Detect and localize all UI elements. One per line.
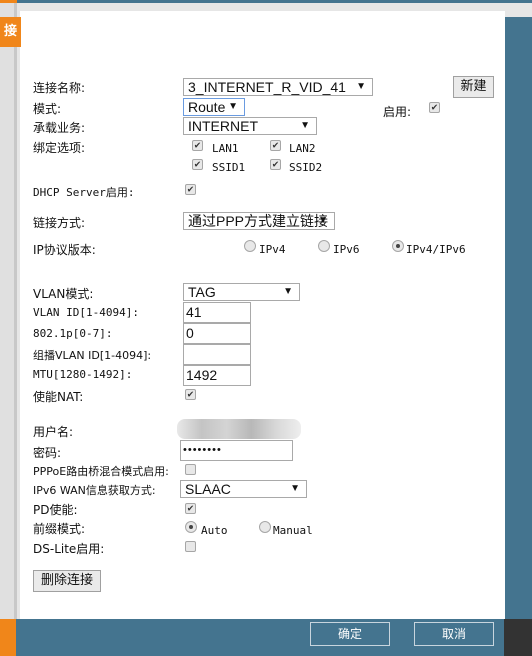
chevron-down-icon: ▼ xyxy=(228,101,238,112)
ipv4-ipv6-radio[interactable] xyxy=(392,240,404,252)
vlan-id-input[interactable]: 41 xyxy=(183,302,251,323)
vlan-id-label: VLAN ID[1-4094]: xyxy=(33,306,139,319)
pd-checkbox[interactable]: ✔ xyxy=(185,503,196,514)
link-mode-value: 通过PPP方式建立链接 xyxy=(188,213,329,229)
lan1-checkbox[interactable]: ✔ xyxy=(192,140,203,151)
ipv6-label: IPv6 xyxy=(333,243,360,256)
new-button[interactable]: 新建 xyxy=(453,76,494,98)
vlan-mode-select[interactable]: TAG ▼ xyxy=(183,283,300,301)
pppoe-bridge-checkbox[interactable] xyxy=(185,464,196,475)
dslite-label: DS-Lite启用: xyxy=(33,542,105,556)
pppoe-bridge-label: PPPoE路由桥混合模式启用: xyxy=(33,465,169,478)
link-mode-select[interactable]: 通过PPP方式建立链接 ▼ xyxy=(183,212,335,230)
ssid2-label: SSID2 xyxy=(289,161,323,174)
chevron-down-icon: ▼ xyxy=(283,286,293,297)
link-mode-label: 链接方式: xyxy=(33,216,86,230)
lan2-label: LAN2 xyxy=(289,142,316,155)
ipv6-wan-select[interactable]: SLAAC ▼ xyxy=(180,480,307,498)
right-strip xyxy=(505,17,532,619)
ipv6-wan-label: IPv6 WAN信息获取方式: xyxy=(33,484,156,497)
nat-label: 使能NAT: xyxy=(33,390,84,404)
nat-checkbox[interactable]: ✔ xyxy=(185,389,196,400)
ipv6-radio[interactable] xyxy=(318,240,330,252)
enable-checkbox[interactable]: ✔ xyxy=(429,102,440,113)
ssid2-checkbox[interactable]: ✔ xyxy=(270,159,281,170)
service-select[interactable]: INTERNET ▼ xyxy=(183,117,317,135)
8021p-input[interactable]: 0 xyxy=(183,323,251,344)
dhcp-checkbox[interactable]: ✔ xyxy=(185,184,196,195)
service-label: 承载业务: xyxy=(33,121,86,135)
ipv6-wan-value: SLAAC xyxy=(185,481,231,497)
password-label: 密码: xyxy=(33,446,62,460)
conn-name-select[interactable]: 3_INTERNET_R_VID_41 ▼ xyxy=(183,78,373,96)
chevron-down-icon: ▼ xyxy=(300,120,310,131)
ssid1-label: SSID1 xyxy=(212,161,246,174)
chevron-down-icon: ▼ xyxy=(290,483,300,494)
ipv4-radio[interactable] xyxy=(244,240,256,252)
ssid1-checkbox[interactable]: ✔ xyxy=(192,159,203,170)
chevron-down-icon: ▼ xyxy=(318,215,328,226)
ip-version-label: IP协议版本: xyxy=(33,243,96,257)
prefix-auto-radio[interactable] xyxy=(185,521,197,533)
service-value: INTERNET xyxy=(188,118,258,134)
pd-label: PD使能: xyxy=(33,503,78,517)
top-bar xyxy=(17,0,532,3)
lan2-checkbox[interactable]: ✔ xyxy=(270,140,281,151)
left-panel xyxy=(0,3,17,619)
username-input-blurred[interactable] xyxy=(177,419,301,439)
lan1-label: LAN1 xyxy=(212,142,239,155)
vlan-mode-value: TAG xyxy=(188,284,216,300)
ipv4-ipv6-label: IPv4/IPv6 xyxy=(406,243,466,256)
delete-connection-button[interactable]: 删除连接 xyxy=(33,570,101,592)
binding-label: 绑定选项: xyxy=(33,141,86,155)
conn-name-label: 连接名称: xyxy=(33,81,86,95)
prefix-mode-label: 前缀模式: xyxy=(33,522,86,536)
mode-label: 模式: xyxy=(33,102,62,116)
enable-label: 启用: xyxy=(383,105,412,119)
conn-name-value: 3_INTERNET_R_VID_41 xyxy=(188,79,346,95)
dslite-checkbox[interactable] xyxy=(185,541,196,552)
chevron-down-icon: ▼ xyxy=(356,81,366,92)
prefix-manual-radio[interactable] xyxy=(259,521,271,533)
bottom-corner xyxy=(504,619,532,656)
mcast-vlan-label: 组播VLAN ID[1-4094]: xyxy=(33,349,152,362)
mtu-label: MTU[1280-1492]: xyxy=(33,368,133,381)
8021p-label: 802.1p[0-7]: xyxy=(33,327,113,340)
dhcp-label: DHCP Server启用: xyxy=(33,186,135,199)
bottom-accent xyxy=(0,619,16,656)
mtu-input[interactable]: 1492 xyxy=(183,365,251,386)
sidebar-tab[interactable]: 接 xyxy=(0,17,21,47)
ok-button[interactable]: 确定 xyxy=(310,622,390,646)
mode-value: Route xyxy=(188,99,226,115)
password-input[interactable]: •••••••• xyxy=(180,440,293,461)
mode-select[interactable]: Route ▼ xyxy=(183,98,245,116)
mcast-vlan-input[interactable] xyxy=(183,344,251,365)
prefix-auto-label: Auto xyxy=(201,524,228,537)
prefix-manual-label: Manual xyxy=(273,524,313,537)
cancel-button[interactable]: 取消 xyxy=(414,622,494,646)
ipv4-label: IPv4 xyxy=(259,243,286,256)
username-label: 用户名: xyxy=(33,425,74,439)
vlan-mode-label: VLAN模式: xyxy=(33,287,94,301)
